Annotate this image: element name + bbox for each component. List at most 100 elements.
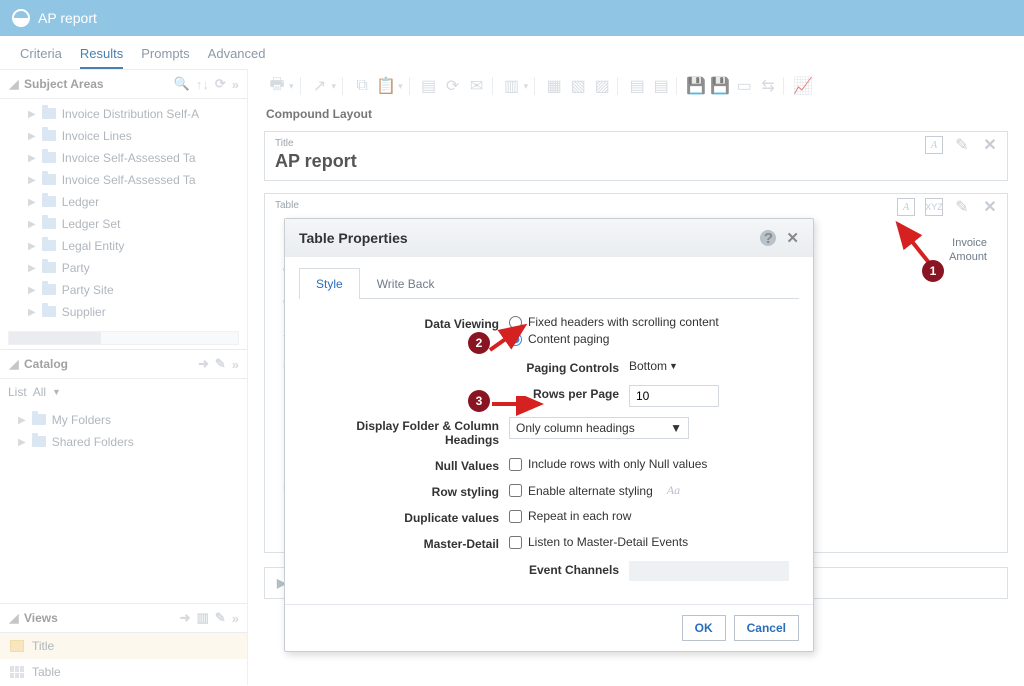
annotation-badge-2: 2 <box>468 332 490 354</box>
container-icon[interactable]: ▧ <box>569 77 587 95</box>
tree-item[interactable]: ▶My Folders <box>18 409 247 431</box>
duplicate-values-checkbox[interactable] <box>509 510 522 523</box>
master-detail-checkbox[interactable] <box>509 536 522 549</box>
chart-icon[interactable]: 📈 <box>794 77 812 95</box>
more-icon[interactable]: » <box>232 357 239 372</box>
row-styling-checkbox[interactable] <box>509 484 522 497</box>
display-headings-select[interactable]: Only column headings▼ <box>509 417 689 439</box>
remove-icon[interactable] <box>981 198 999 216</box>
tab-prompts[interactable]: Prompts <box>141 46 189 69</box>
arrow-icon[interactable]: ➜ <box>180 610 191 626</box>
view-item-title[interactable]: Title <box>0 633 247 659</box>
title-box-header: Title <box>265 132 1007 151</box>
annotation-badge-1: 1 <box>922 260 944 282</box>
paste-icon[interactable]: 📋 <box>377 77 395 95</box>
search-icon[interactable]: 🔍 <box>174 76 190 92</box>
save-icon[interactable]: 💾 <box>687 77 705 95</box>
collapse-icon[interactable]: ◢ <box>8 77 20 91</box>
alt-style-icon[interactable]: Aa <box>667 483 680 498</box>
dialog-close-icon[interactable] <box>786 229 799 247</box>
paging-controls-label: Paging Controls <box>309 359 629 375</box>
tab-results[interactable]: Results <box>80 46 123 69</box>
report-title: AP report <box>265 151 1007 180</box>
view-item-table[interactable]: Table <box>0 659 247 685</box>
event-channels-label: Event Channels <box>309 561 629 577</box>
tree-item[interactable]: ▶Ledger <box>28 191 247 213</box>
title-view-box: Title AP report A <box>264 131 1008 181</box>
pencil-icon[interactable]: ✎ <box>215 356 226 372</box>
invoice-amount-column: Invoice Amount <box>949 236 987 265</box>
paging-controls-select[interactable]: Bottom▼ <box>629 359 789 373</box>
null-values-checkbox[interactable] <box>509 458 522 471</box>
tree-item[interactable]: ▶Invoice Self-Assessed Ta <box>28 147 247 169</box>
collapse-icon[interactable]: ◢ <box>8 357 20 371</box>
share-icon[interactable]: ⇆ <box>759 77 777 95</box>
edit-table-icon[interactable] <box>953 198 971 216</box>
arrow-icon[interactable]: ➜ <box>198 356 209 372</box>
views-header[interactable]: ◢ Views ➜ ▥ ✎ » <box>0 603 247 633</box>
pencil-icon[interactable]: ✎ <box>215 610 226 626</box>
book-icon[interactable]: ▭ <box>735 77 753 95</box>
subject-areas-tree: ▶Invoice Distribution Self-A ▶Invoice Li… <box>0 99 247 327</box>
left-sidebar: ◢ Subject Areas 🔍 ↑↓ ⟳ » ▶Invoice Distri… <box>0 69 248 685</box>
copy-icon[interactable]: ⧉ <box>353 77 371 95</box>
refresh-icon[interactable]: ⟳ <box>444 77 462 95</box>
help-icon[interactable]: ? <box>760 230 776 246</box>
compound-layout-label: Compound Layout <box>248 103 1024 125</box>
collapse-icon[interactable]: ◢ <box>8 611 20 625</box>
radio-fixed-headers[interactable]: Fixed headers with scrolling content <box>509 315 789 329</box>
catalog-header[interactable]: ◢ Catalog ➜ ✎ » <box>0 349 247 379</box>
tree-item[interactable]: ▶Supplier <box>28 301 247 323</box>
annotation-badge-3: 3 <box>468 390 490 412</box>
editor-tabs: Criteria Results Prompts Advanced <box>0 36 1024 69</box>
table-box-header: Table <box>265 194 1007 213</box>
table-view-icon <box>10 666 24 678</box>
more-icon[interactable]: » <box>232 611 239 626</box>
tab-advanced[interactable]: Advanced <box>208 46 266 69</box>
graph-icon[interactable]: ▤ <box>652 77 670 95</box>
tree-item[interactable]: ▶Ledger Set <box>28 213 247 235</box>
catalog-title: Catalog <box>24 357 192 371</box>
dialog-titlebar[interactable]: Table Properties ? <box>285 219 813 257</box>
export-icon[interactable]: ↗ <box>311 77 329 95</box>
tree-item[interactable]: ▶Legal Entity <box>28 235 247 257</box>
more-icon[interactable]: » <box>232 77 239 92</box>
cancel-button[interactable]: Cancel <box>734 615 799 641</box>
mail-icon[interactable]: ✉ <box>468 77 486 95</box>
xyz-icon[interactable]: XYZ <box>925 198 943 216</box>
tree-item[interactable]: ▶Party Site <box>28 279 247 301</box>
app-header: AP report <box>0 0 1024 36</box>
tree-item[interactable]: ▶Invoice Distribution Self-A <box>28 103 247 125</box>
tree-item[interactable]: ▶Party <box>28 257 247 279</box>
horizontal-scrollbar[interactable] <box>8 331 239 345</box>
chart-icon[interactable]: ▥ <box>197 610 209 626</box>
tree-item[interactable]: ▶Invoice Self-Assessed Ta <box>28 169 247 191</box>
dialog-tab-style[interactable]: Style <box>299 268 360 299</box>
subject-areas-header[interactable]: ◢ Subject Areas 🔍 ↑↓ ⟳ » <box>0 69 247 99</box>
print-icon[interactable]: 🖶 <box>268 77 286 95</box>
filter-icon[interactable]: ▤ <box>420 77 438 95</box>
event-channels-input[interactable] <box>629 561 789 581</box>
tree-item[interactable]: ▶Invoice Lines <box>28 125 247 147</box>
duplicate-values-label: Duplicate values <box>309 509 509 525</box>
rows-per-page-input[interactable] <box>629 385 719 407</box>
radio-content-paging[interactable]: Content paging <box>509 332 789 346</box>
dialog-tab-writeback[interactable]: Write Back <box>360 268 452 299</box>
format-icon[interactable]: A <box>925 136 943 154</box>
saveas-icon[interactable]: 💾 <box>711 77 729 95</box>
remove-icon[interactable] <box>981 136 999 154</box>
refresh-icon[interactable]: ⟳ <box>215 76 226 92</box>
catalog-tree: ▶My Folders ▶Shared Folders <box>0 405 247 457</box>
catalog-list-filter[interactable]: List All ▼ <box>0 379 247 405</box>
new-view-icon[interactable]: ▦ <box>545 77 563 95</box>
tree-item[interactable]: ▶Shared Folders <box>18 431 247 453</box>
ok-button[interactable]: OK <box>682 615 726 641</box>
tab-criteria[interactable]: Criteria <box>20 46 62 69</box>
sort-icon[interactable]: ↑↓ <box>196 77 209 92</box>
edit-icon[interactable] <box>953 136 971 154</box>
data-viewing-label: Data Viewing <box>309 315 509 331</box>
views-icon[interactable]: ▥ <box>503 77 521 95</box>
pivot-icon[interactable]: ▤ <box>628 77 646 95</box>
layout-icon[interactable]: ▨ <box>593 77 611 95</box>
format-icon[interactable]: A <box>897 198 915 216</box>
